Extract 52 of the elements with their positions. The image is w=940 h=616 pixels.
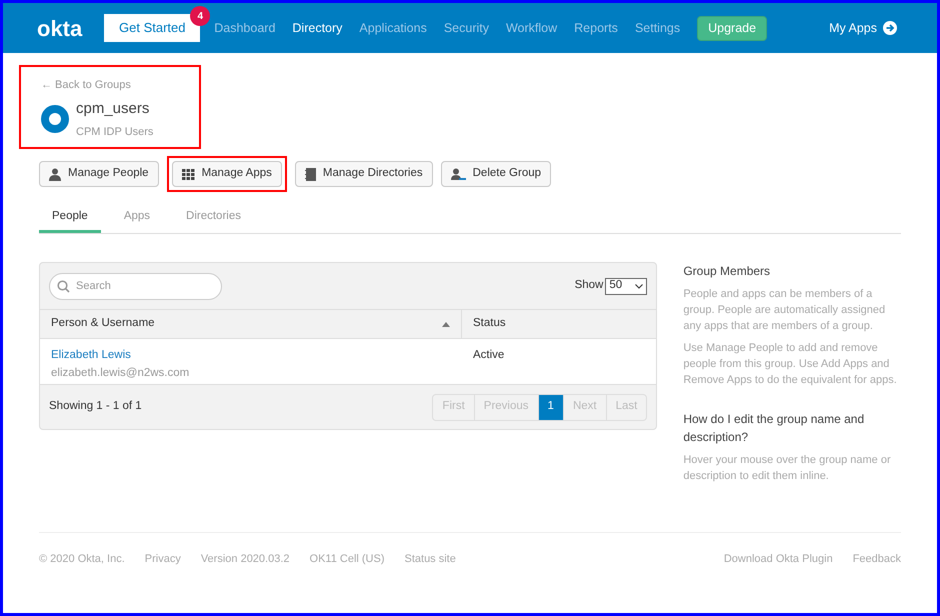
search-field[interactable]: Search [49,272,222,300]
upgrade-button[interactable]: Upgrade [697,16,768,40]
username-text: elizabeth.lewis@n2ws.com [51,366,190,382]
sort-up-icon [442,322,450,326]
footer-link[interactable]: Feedback [852,550,901,567]
tab[interactable]: Directories [173,203,254,233]
help-paragraph: People and apps can be members of a group. People are automatically assigned any apps that are members of a group. [683,287,886,334]
nav-link[interactable]: Workflow [506,18,558,38]
show-label: Show [574,278,604,294]
column-header[interactable]: Person & Username [40,310,462,338]
arrow-right-circle-icon [883,21,897,35]
help-paragraph: Hover your mouse over the group name or description to edit them inline. [683,453,892,484]
nav-link[interactable]: Applications [359,18,427,38]
chevron-down-icon [635,284,644,288]
action-button[interactable]: Manage People [39,161,159,187]
nav-link[interactable]: Dashboard [214,18,276,38]
notification-badge: 4 [190,6,210,26]
tab[interactable]: Apps [110,203,164,233]
footer-link[interactable]: Status site [404,550,456,567]
status-cell-text: Active [472,348,506,363]
nav-link[interactable]: Security [444,18,489,38]
column-header[interactable]: Status [462,310,656,338]
search-icon [57,280,70,292]
action-button[interactable]: Delete Group [440,161,552,187]
person-name-link[interactable]: Elizabeth Lewis [51,347,451,364]
grid-icon [182,168,195,180]
person-icon [49,168,61,180]
nav-link[interactable]: Directory [292,18,342,38]
page-size-select[interactable]: 50 [605,278,648,294]
copyright-text: © 2020 Okta, Inc. [39,552,125,566]
footer-link[interactable]: Version 2020.03.2 [200,550,290,567]
group-icon [41,105,69,133]
footer-link[interactable]: Privacy [144,550,181,567]
okta-logo[interactable]: okta [37,12,82,44]
group-name: cpm_users [76,98,150,118]
help-heading: Group Members [683,263,772,280]
back-link[interactable]: ← Back to Groups [41,77,199,94]
nav-link[interactable]: Reports [574,18,618,38]
nav-link[interactable]: Settings [634,18,680,38]
people-remove-icon [450,168,466,180]
footer-link[interactable]: OK11 Cell (US) [310,550,384,567]
help-paragraph: Use Manage People to add and remove people from this group. Use Add Apps and Remove Apps to do the equivalent for apps. [683,341,898,388]
action-button[interactable]: Manage Apps [172,161,282,187]
help-heading: How do I edit the group name and description? [683,411,866,446]
action-button[interactable]: Manage Directories [294,161,433,187]
book-icon [304,168,316,180]
group-description: CPM IDP Users [76,125,154,140]
showing-count: Showing 1 - 1 of 1 [49,399,142,414]
tab[interactable]: People [39,203,101,233]
pagination-button[interactable]: 1 [538,394,563,420]
my-apps-link[interactable]: My Apps [829,18,877,38]
footer-link[interactable]: Download Okta Plugin [724,550,833,567]
